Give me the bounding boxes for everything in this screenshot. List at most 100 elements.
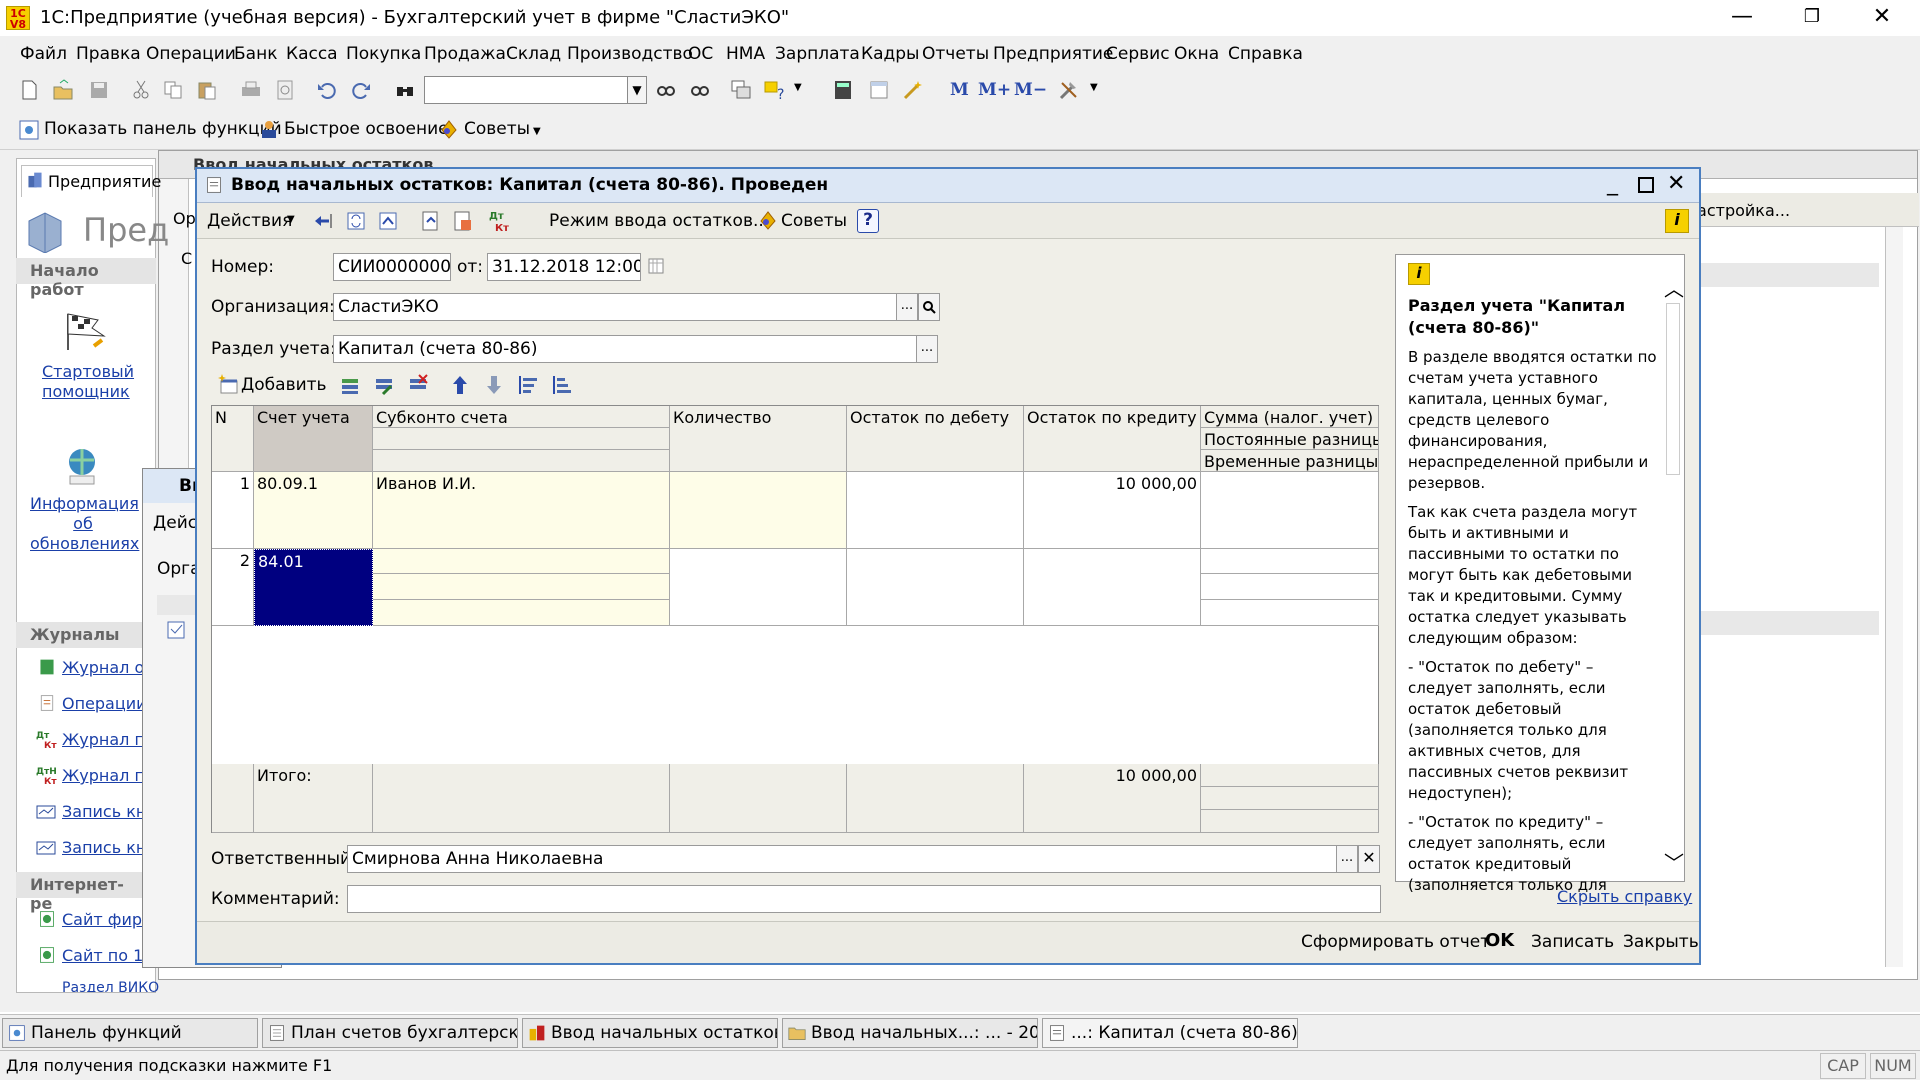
internet-link-2[interactable]: Сайт по 1С — [62, 946, 154, 965]
menu-enterprise[interactable]: Предприятие — [993, 44, 1113, 64]
wizard-icon[interactable] — [902, 79, 924, 101]
table-row-2-sum-tax[interactable] — [1201, 549, 1379, 574]
actions-menu[interactable]: Действия — [207, 211, 292, 231]
help-scrollbar[interactable]: ︿ ﹀ — [1662, 273, 1684, 879]
menu-sales[interactable]: Продажа — [424, 44, 506, 64]
help-1c-icon[interactable]: ? — [764, 79, 786, 101]
menu-reports[interactable]: Отчеты — [922, 44, 989, 64]
update-info-link[interactable]: Информация об обновлениях — [30, 494, 139, 554]
col-header-n[interactable]: N — [212, 406, 254, 472]
find-prev-icon[interactable] — [689, 79, 711, 101]
cut-icon[interactable] — [130, 79, 152, 101]
tools-dropdown-icon[interactable]: ▼ — [1090, 82, 1098, 93]
organization-field[interactable]: СластиЭКО — [333, 293, 897, 321]
table-row-2-subconto-3[interactable] — [373, 600, 670, 626]
internet-link-1[interactable]: Сайт фирм — [62, 910, 154, 929]
minimize-button[interactable]: — — [1714, 0, 1770, 36]
table-row-2-temp-diff[interactable] — [1201, 600, 1379, 626]
copy-row-icon[interactable] — [339, 374, 361, 396]
col-header-perm-diff[interactable]: Постоянные разницы — [1201, 428, 1379, 450]
table-row-1-sum-tax[interactable] — [1201, 472, 1379, 549]
search-input[interactable] — [424, 76, 630, 104]
journal-link-6[interactable]: Запись кн — [62, 838, 146, 857]
responsible-select-button[interactable]: ... — [1336, 845, 1358, 873]
col-header-debit[interactable]: Остаток по дебету — [847, 406, 1024, 472]
scroll-thumb[interactable] — [1666, 303, 1680, 475]
journal-link-2[interactable]: Операции, — [62, 694, 152, 713]
table-row-1-quantity[interactable] — [670, 472, 847, 549]
number-field[interactable]: СИИ00000007 — [333, 253, 451, 281]
section-field[interactable]: Капитал (счета 80-86) — [333, 335, 917, 363]
tips-button[interactable]: Советы — [464, 119, 530, 139]
info-icon[interactable]: i — [1665, 209, 1689, 233]
table-row-2-n[interactable]: 2 — [212, 549, 254, 626]
copy-icon[interactable] — [162, 79, 184, 101]
calendar-icon[interactable] — [647, 257, 665, 275]
structure-icon[interactable] — [377, 210, 399, 232]
menu-windows[interactable]: Окна — [1174, 44, 1219, 64]
organization-select-button[interactable]: ... — [896, 293, 918, 321]
new-document-icon[interactable] — [18, 79, 40, 101]
table-row-2-account[interactable]: 84.01 — [254, 549, 373, 626]
menu-hr[interactable]: Кадры — [861, 44, 919, 64]
menu-file[interactable]: Файл — [20, 44, 67, 64]
scroll-down-icon[interactable]: ﹀ — [1664, 847, 1684, 876]
menu-edit[interactable]: Правка — [76, 44, 141, 64]
tab-enterprise[interactable]: Предприятие — [21, 165, 161, 197]
find-icon[interactable] — [394, 79, 416, 101]
menu-fixed-assets[interactable]: ОС — [688, 44, 713, 64]
open-icon[interactable] — [52, 79, 74, 101]
ok-button[interactable]: OK — [1485, 930, 1514, 951]
add-button[interactable]: Добавить — [241, 375, 327, 395]
col-header-sum-tax[interactable]: Сумма (налог. учет) — [1201, 406, 1379, 428]
help-dropdown-icon[interactable]: ▼ — [794, 82, 802, 93]
table-row-1-subconto[interactable]: Иванов И.И. — [373, 472, 670, 549]
memory-minus-button[interactable]: М− — [1014, 80, 1047, 100]
quick-start-button[interactable]: Быстрое освоение — [284, 119, 449, 139]
menu-intangibles[interactable]: НМА — [726, 44, 765, 64]
close-dialog-button[interactable]: Закрыть — [1623, 932, 1699, 952]
actions-dropdown-icon[interactable]: ▼ — [287, 214, 295, 225]
menu-warehouse[interactable]: Склад — [506, 44, 561, 64]
windows-icon[interactable] — [730, 79, 752, 101]
table-row-2-subconto-2[interactable] — [373, 574, 670, 600]
search-dropdown-button[interactable]: ▼ — [627, 76, 647, 104]
move-down-icon[interactable] — [483, 374, 505, 396]
journal-link-1[interactable]: Журнал ог — [62, 658, 153, 677]
table-row-2-perm-diff[interactable] — [1201, 574, 1379, 600]
table-row-1-debit[interactable] — [847, 472, 1024, 549]
table-row-1-account[interactable]: 80.09.1 — [254, 472, 373, 549]
report-button[interactable]: Сформировать отчет — [1301, 932, 1490, 952]
post-icon[interactable] — [313, 210, 335, 232]
panel-cut-link[interactable]: Раздел ВИКО — [62, 980, 159, 992]
col-header-temp-diff[interactable]: Временные разницы — [1201, 450, 1379, 472]
table-row-2-debit[interactable] — [847, 549, 1024, 626]
menu-help[interactable]: Справка — [1228, 44, 1303, 64]
restore-button[interactable]: ❐ — [1784, 0, 1840, 36]
find-next-icon[interactable] — [655, 79, 677, 101]
dialog-minimize-button[interactable]: _ — [1607, 171, 1618, 196]
show-panel-button[interactable]: Показать панель функций — [44, 119, 282, 139]
menu-purchase[interactable]: Покупка — [346, 44, 421, 64]
sort-asc-icon[interactable] — [517, 374, 539, 396]
delete-row-icon[interactable] — [407, 374, 429, 396]
menu-bank[interactable]: Банк — [234, 44, 277, 64]
close-button[interactable]: ✕ — [1854, 0, 1910, 36]
memory-plus-button[interactable]: М+ — [978, 80, 1011, 100]
dialog-close-button[interactable]: ✕ — [1667, 171, 1685, 196]
scroll-up-icon[interactable]: ︿ — [1664, 273, 1684, 302]
journal-link-5[interactable]: Запись кн — [62, 802, 146, 821]
toolbar2-dropdown-icon[interactable]: ▼ — [533, 126, 541, 137]
save-button[interactable]: Записать — [1531, 932, 1614, 952]
menu-production[interactable]: Производство — [567, 44, 693, 64]
task-opening-balances[interactable]: Ввод начальных остатков — [522, 1018, 778, 1048]
move-up-icon[interactable] — [449, 374, 471, 396]
table-row-1-n[interactable]: 1 — [212, 472, 254, 549]
table-row-2-credit[interactable] — [1024, 549, 1201, 626]
menu-salary[interactable]: Зарплата — [775, 44, 860, 64]
comment-field[interactable] — [347, 885, 1381, 913]
background-window-2-actions[interactable]: Дейс — [153, 513, 197, 533]
col-header-subconto[interactable]: Субконто счета — [373, 406, 670, 428]
task-opening-balances-doc[interactable]: Ввод начальных...: ... - 2018 г. — [782, 1018, 1038, 1048]
task-chart-of-accounts[interactable]: План счетов бухгалтерског... — [262, 1018, 518, 1048]
